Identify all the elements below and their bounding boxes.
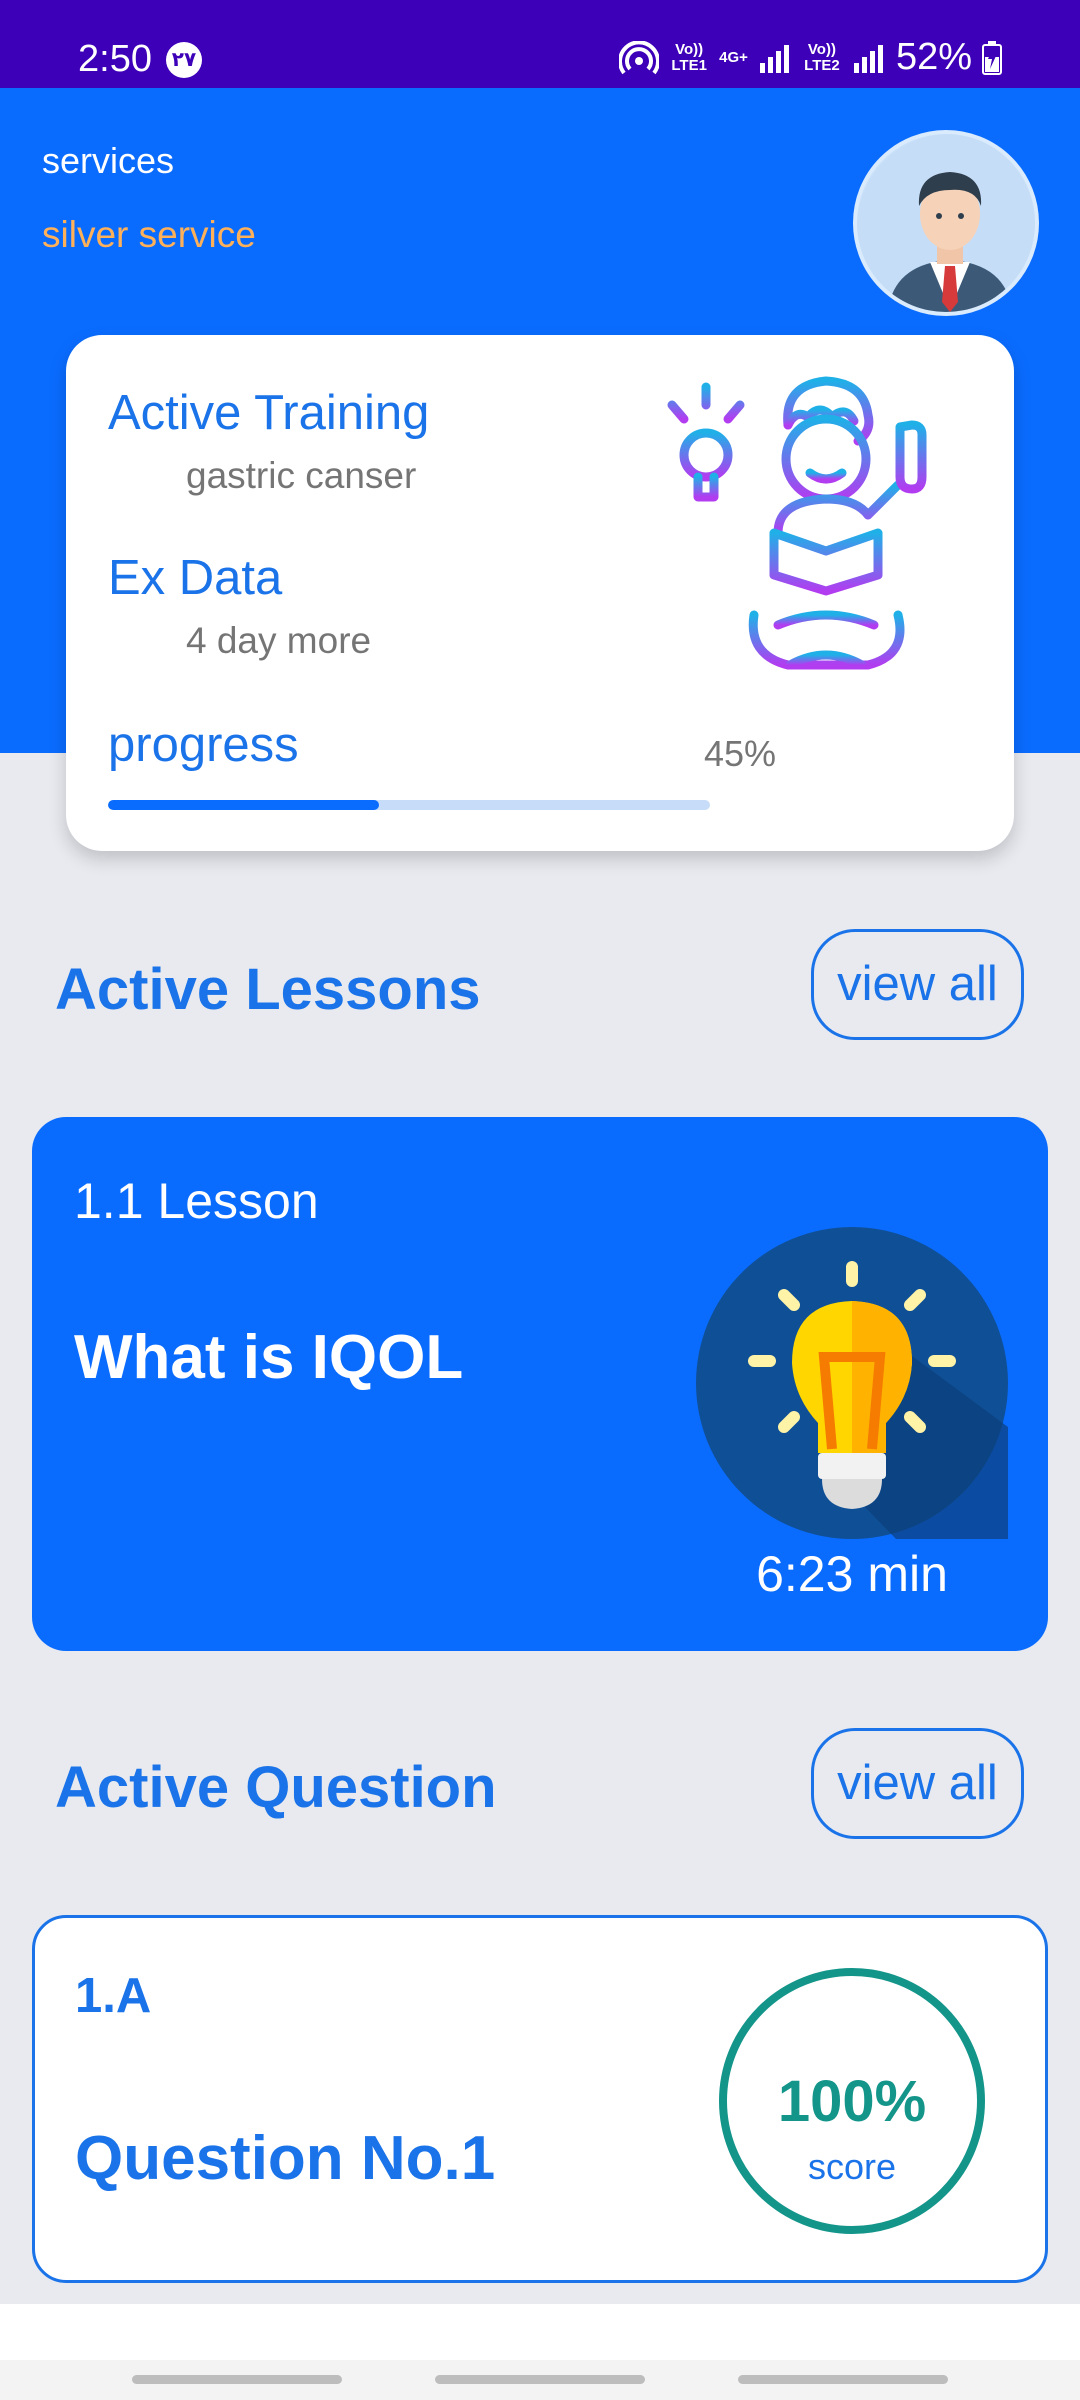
question-title: Question No.1 <box>75 2124 496 2193</box>
score-label: score <box>807 2146 897 2187</box>
training-value: gastric canser <box>186 455 417 496</box>
sim1-label: Vo)) LTE1 <box>671 40 707 74</box>
sim2-label: Vo)) LTE2 <box>804 40 840 74</box>
question-card[interactable]: 1.A Question No.1 100% score <box>32 1915 1048 2283</box>
progress-label: progress <box>108 718 299 772</box>
status-bar: 2:50 ٢٧ Vo)) LTE1 4G+ Vo)) LTE2 52% <box>0 0 1080 88</box>
training-title: Active Training <box>108 386 430 440</box>
status-icons: Vo)) LTE1 4G+ Vo)) LTE2 52% <box>619 36 1002 79</box>
plan-label: silver service <box>42 214 256 255</box>
signal-icon <box>759 44 789 73</box>
lesson-number: 1.1 Lesson <box>74 1173 319 1229</box>
lessons-view-all-button[interactable]: view all <box>811 929 1024 1040</box>
hotspot-icon <box>619 40 660 74</box>
questions-view-all-button[interactable]: view all <box>811 1728 1024 1839</box>
ex-data-title: Ex Data <box>108 551 283 605</box>
ex-data-value: 4 day more <box>186 620 372 661</box>
lesson-title: What is IQOL <box>74 1323 464 1392</box>
light-bulb-icon <box>696 1227 1008 1539</box>
nav-recents-handle[interactable] <box>132 2375 342 2384</box>
avatar[interactable] <box>853 130 1039 316</box>
score-value: 100% <box>777 2069 927 2134</box>
score-ring: 100% score <box>719 1968 985 2234</box>
sim1-tech: 4G+ <box>719 48 748 66</box>
nav-home-handle[interactable] <box>435 2375 645 2384</box>
businessman-avatar-icon <box>857 134 1035 312</box>
active-training-card[interactable]: Active Training gastric canser Ex Data 4… <box>66 335 1014 851</box>
lesson-duration: 6:23 min <box>756 1546 948 1602</box>
active-lessons-title: Active Lessons <box>55 957 481 1022</box>
nav-back-handle[interactable] <box>738 2375 948 2384</box>
services-label: services <box>42 140 175 181</box>
progress-bar-fill <box>108 800 379 810</box>
battery-charging-icon <box>982 40 1002 75</box>
active-question-title: Active Question <box>55 1755 497 1820</box>
question-number: 1.A <box>75 1969 152 2023</box>
progress-bar <box>108 800 710 810</box>
battery-percent: 52% <box>895 36 972 78</box>
progress-percent: 45% <box>703 733 776 774</box>
notification-badge: ٢٧ <box>166 42 202 78</box>
student-reading-idea-icon <box>667 376 927 670</box>
status-time: 2:50 <box>78 38 152 80</box>
signal-icon <box>853 44 883 73</box>
lesson-card[interactable]: 1.1 Lesson What is IQOL 6:23 min <box>32 1117 1048 1651</box>
